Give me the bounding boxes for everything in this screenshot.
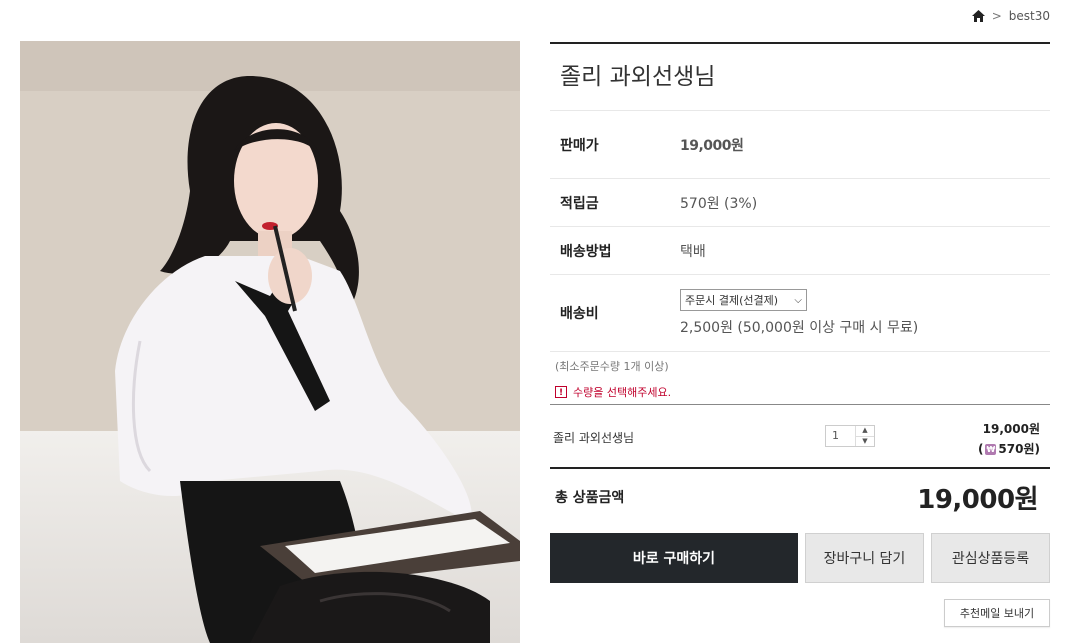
- price-row: 판매가 19,000원: [550, 111, 1050, 179]
- total-row: 총 상품금액 19,000원: [550, 469, 1050, 525]
- shipping-method-value: 택배: [680, 243, 706, 260]
- breadcrumb-current[interactable]: best30: [1009, 9, 1050, 23]
- add-to-cart-button[interactable]: 장바구니 담기: [804, 533, 924, 583]
- chevron-down-icon: ⌵: [794, 294, 802, 306]
- order-notes: (최소주문수량 1개 이상) ! 수량을 선택해주세요.: [550, 352, 1050, 405]
- option-points: ( ₩ 570원): [978, 439, 1040, 459]
- recommend-mail-button[interactable]: 추천메일 보내기: [944, 599, 1050, 627]
- breadcrumb-separator: >: [991, 9, 1002, 23]
- option-price: 19,000원: [982, 422, 1040, 436]
- min-qty-note: (최소주문수량 1개 이상): [555, 360, 669, 373]
- shipping-fee-row: 배송비 주문시 결제(선결제) ⌵ 2,500원 (50,000원 이상 구매 …: [550, 275, 1050, 352]
- price-value: 19,000원: [680, 137, 744, 154]
- price-label: 판매가: [560, 137, 599, 154]
- points-value: 570원 (3%): [680, 195, 758, 212]
- option-points-prefix: (: [977, 442, 984, 456]
- add-to-wishlist-button[interactable]: 관심상품등록: [930, 533, 1050, 583]
- shipping-option-value: 주문시 결제(선결제): [685, 294, 779, 307]
- option-name: 졸리 과외선생님: [553, 431, 635, 445]
- qty-warning: ! 수량을 선택해주세요.: [555, 384, 1045, 400]
- shipping-option-select[interactable]: 주문시 결제(선결제) ⌵: [680, 289, 807, 311]
- shipping-method-label: 배송방법: [560, 243, 612, 260]
- points-row: 적립금 570원 (3%): [550, 179, 1050, 227]
- quantity-stepper[interactable]: 1 ▲ ▼: [825, 425, 875, 447]
- option-points-value: 570원): [998, 442, 1040, 456]
- buy-now-button[interactable]: 바로 구매하기: [550, 533, 798, 583]
- points-label: 적립금: [560, 195, 599, 212]
- warning-icon: !: [555, 386, 567, 398]
- total-label: 총 상품금액: [555, 490, 625, 506]
- points-icon: ₩: [985, 443, 997, 455]
- action-buttons: 바로 구매하기 장바구니 담기 관심상품등록: [550, 533, 1050, 583]
- option-price-block: 19,000원 ( ₩ 570원): [978, 419, 1040, 459]
- quantity-input[interactable]: 1: [826, 426, 855, 446]
- breadcrumb: > best30: [971, 9, 1050, 23]
- shipping-fee-note: 2,500원 (50,000원 이상 구매 시 무료): [680, 320, 919, 336]
- shipping-method-row: 배송방법 택배: [550, 227, 1050, 275]
- qty-down-icon[interactable]: ▼: [856, 435, 874, 447]
- product-image: [20, 41, 520, 643]
- product-info-panel: 졸리 과외선생님 판매가 19,000원 적립금 570원 (3%) 배송방법 …: [550, 42, 1050, 627]
- product-title: 졸리 과외선생님: [550, 44, 1050, 111]
- selected-option-row: 졸리 과외선생님 1 ▲ ▼ 19,000원 ( ₩ 570원): [550, 405, 1050, 469]
- home-icon[interactable]: [971, 10, 985, 22]
- qty-up-icon[interactable]: ▲: [856, 426, 874, 436]
- total-value: 19,000원: [917, 484, 1038, 515]
- qty-warning-text: 수량을 선택해주세요.: [573, 386, 672, 399]
- shipping-fee-label: 배송비: [560, 306, 599, 322]
